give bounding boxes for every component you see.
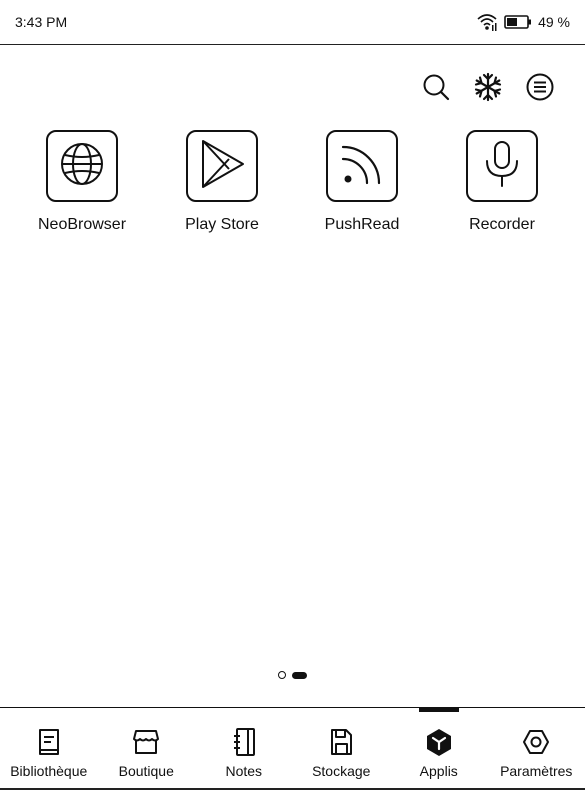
play-store-icon [199, 139, 245, 194]
app-icon-tile [326, 130, 398, 202]
app-label: PushRead [324, 216, 400, 233]
nav-label: Bibliothèque [10, 763, 88, 779]
app-recorder[interactable]: Recorder [442, 130, 562, 234]
nav-label: Boutique [118, 763, 174, 779]
app-icon-tile [466, 130, 538, 202]
app-pushread[interactable]: PushRead [302, 130, 422, 234]
freeze-button[interactable] [473, 72, 503, 107]
apps-icon [425, 727, 453, 757]
battery-percent: 49 % [538, 14, 570, 30]
nav-label: Notes [225, 763, 263, 779]
nav-item-storage[interactable]: Stockage [293, 708, 391, 789]
nav-label: Paramètres [500, 763, 573, 779]
app-play-store[interactable]: Play Store [162, 130, 282, 234]
search-button[interactable] [421, 74, 451, 104]
app-icon-tile [46, 130, 118, 202]
nav-item-settings[interactable]: Paramètres [488, 708, 585, 789]
globe-icon [59, 141, 105, 192]
app-neobrowser[interactable]: NeoBrowser [22, 130, 142, 234]
nav-label: Stockage [312, 763, 371, 779]
notebook-icon [230, 727, 258, 757]
menu-button[interactable] [525, 73, 555, 106]
status-time: 3:43 PM [15, 14, 68, 30]
page-indicator [0, 671, 585, 679]
app-icon-tile [186, 130, 258, 202]
nav-item-notes[interactable]: Notes [195, 708, 293, 789]
wifi-icon [476, 12, 498, 32]
battery-icon [504, 14, 532, 30]
rss-icon [337, 139, 387, 194]
status-indicators: 49 % [476, 12, 570, 32]
app-label: NeoBrowser [37, 216, 127, 233]
store-icon [132, 727, 160, 757]
toolbar [421, 72, 555, 107]
bottom-nav: Bibliothèque Boutique Notes Stockage App… [0, 706, 585, 790]
page-dot-1[interactable] [278, 671, 286, 679]
menu-icon [526, 73, 554, 106]
save-icon [327, 727, 355, 757]
nav-item-apps[interactable]: Applis [390, 706, 488, 789]
library-icon [35, 727, 63, 757]
snowflake-icon [473, 72, 503, 107]
nav-item-library[interactable]: Bibliothèque [0, 708, 98, 789]
status-bar: 3:43 PM 49 % [0, 0, 585, 45]
microphone-icon [482, 139, 522, 194]
app-label: Recorder [469, 216, 535, 233]
search-icon [422, 73, 450, 106]
active-tab-indicator [418, 706, 459, 712]
nav-item-store[interactable]: Boutique [98, 708, 196, 789]
page-dot-2-active[interactable] [292, 671, 307, 679]
app-label: Play Store [185, 216, 259, 233]
settings-icon [522, 727, 550, 757]
nav-label: Applis [419, 763, 458, 779]
